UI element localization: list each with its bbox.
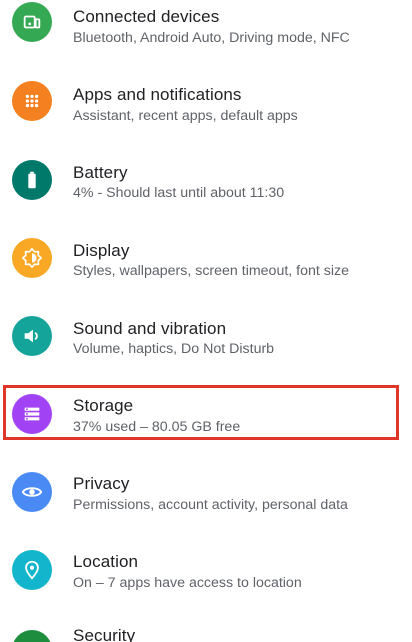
item-subtitle: Volume, haptics, Do Not Disturb — [73, 341, 275, 357]
item-subtitle: On – 7 apps have access to location — [73, 575, 302, 591]
storage-highlight-box — [3, 385, 399, 440]
item-title: Battery — [73, 163, 128, 182]
location-pin-icon — [12, 550, 52, 590]
item-title: Apps and notifications — [73, 85, 242, 104]
item-title: Display — [73, 241, 130, 260]
item-subtitle: Bluetooth, Android Auto, Driving mode, N… — [73, 30, 350, 46]
privacy-eye-icon — [12, 472, 52, 512]
settings-item-location[interactable]: Location On – 7 apps have access to loca… — [0, 546, 412, 624]
item-title: Connected devices — [73, 7, 220, 26]
volume-icon — [12, 316, 52, 356]
apps-grid-icon — [12, 81, 52, 121]
settings-item-privacy[interactable]: Privacy Permissions, account activity, p… — [0, 468, 412, 546]
item-title: Location — [73, 552, 139, 571]
settings-item-display[interactable]: Display Styles, wallpapers, screen timeo… — [0, 234, 412, 312]
settings-item-security[interactable]: Security — [0, 622, 412, 642]
battery-icon — [12, 160, 52, 200]
item-subtitle: 4% - Should last until about 11:30 — [73, 185, 285, 201]
security-icon — [12, 630, 52, 642]
settings-list: Connected devices Bluetooth, Android Aut… — [0, 0, 412, 642]
settings-item-connected-devices[interactable]: Connected devices Bluetooth, Android Aut… — [0, 0, 412, 78]
settings-item-battery[interactable]: Battery 4% - Should last until about 11:… — [0, 156, 412, 234]
connected-devices-icon — [12, 2, 52, 42]
item-title: Security — [73, 626, 136, 642]
settings-item-sound-vibration[interactable]: Sound and vibration Volume, haptics, Do … — [0, 312, 412, 390]
settings-item-apps-notifications[interactable]: Apps and notifications Assistant, recent… — [0, 78, 412, 156]
item-subtitle: Assistant, recent apps, default apps — [73, 108, 298, 124]
brightness-icon — [12, 238, 52, 278]
item-title: Privacy — [73, 474, 130, 493]
item-subtitle: Permissions, account activity, personal … — [73, 497, 348, 513]
item-subtitle: Styles, wallpapers, screen timeout, font… — [73, 263, 349, 279]
item-title: Sound and vibration — [73, 319, 227, 338]
